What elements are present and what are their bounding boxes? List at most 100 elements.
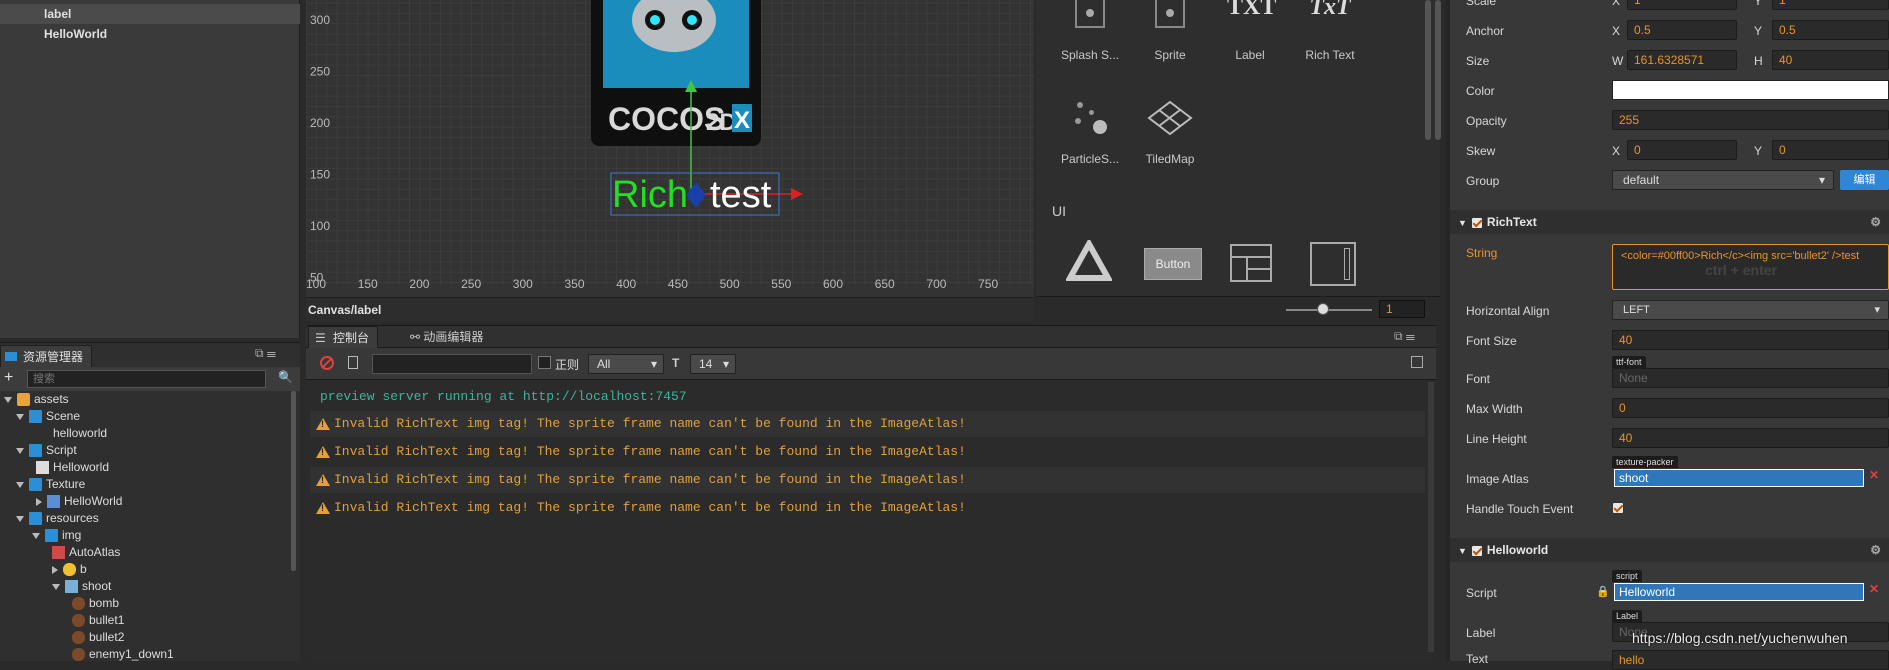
anchor-y-input[interactable]: 0.5: [1772, 20, 1889, 40]
asset-tree-item[interactable]: assets: [4, 391, 69, 408]
expanded-arrow-icon[interactable]: [32, 532, 40, 539]
panel-menu-icon[interactable]: ⧉ ☰: [1394, 329, 1415, 344]
clear-atlas-icon[interactable]: ✕: [1869, 468, 1879, 482]
lib-item-particle[interactable]: ParticleS...: [1050, 96, 1130, 166]
expanded-arrow-icon[interactable]: [52, 583, 60, 590]
settings-icon[interactable]: ⚙: [1870, 210, 1881, 234]
asset-tree-item[interactable]: Helloworld: [36, 459, 109, 476]
add-icon[interactable]: +: [4, 369, 13, 387]
asset-tree-item[interactable]: Scene: [16, 408, 80, 425]
x-axis-tick: 500: [720, 277, 740, 291]
folder-icon: [45, 529, 58, 543]
zoom-input[interactable]: 1: [1379, 300, 1425, 318]
library-outer-scrollbar[interactable]: [1435, 0, 1441, 140]
scene-view[interactable]: COCOS 2D X Rich test 300 250 200 150 100 50 10…: [306, 0, 1034, 322]
skew-x-input[interactable]: 0: [1627, 140, 1737, 160]
lib-scrollbar[interactable]: [1425, 0, 1431, 140]
asset-tree-label: helloworld: [53, 426, 108, 440]
clear-icon[interactable]: [320, 356, 334, 370]
component-enabled-checkbox[interactable]: [1470, 544, 1483, 557]
opacity-input[interactable]: 255: [1612, 110, 1889, 130]
asset-tree-item[interactable]: bullet1: [72, 612, 124, 629]
layout-icon[interactable]: [1230, 244, 1272, 282]
sprite-frame-icon: [72, 597, 85, 611]
richtext-component-header[interactable]: ▼ RichText ⚙: [1450, 210, 1889, 234]
asset-tree-item[interactable]: img: [32, 527, 81, 544]
lib-item-sprite[interactable]: Sprite: [1130, 0, 1210, 62]
component-enabled-checkbox[interactable]: [1470, 216, 1483, 229]
zoom-slider[interactable]: [1286, 309, 1372, 311]
asset-tree-item[interactable]: enemy1_down1: [72, 646, 174, 663]
lib-item-widget[interactable]: [1064, 237, 1114, 289]
size-width-input[interactable]: 161.6328571: [1627, 50, 1737, 70]
lib-item-label-node[interactable]: TXT Label: [1210, 0, 1290, 62]
asset-tree-item[interactable]: b: [52, 561, 87, 578]
helloworld-component-header[interactable]: ▼ Helloworld ⚙: [1450, 538, 1889, 562]
lib-item-tiledmap[interactable]: TiledMap: [1130, 96, 1210, 166]
console-panel: ☰ 控制台 ⚯ 动画编辑器 ⧉ ☰ 正则 All ▾ T 14 ▾: [306, 325, 1436, 661]
color-swatch[interactable]: [1612, 80, 1889, 100]
expanded-arrow-icon[interactable]: [16, 413, 24, 420]
richtext-green-text[interactable]: Rich: [612, 174, 688, 216]
collapsed-arrow-icon[interactable]: [52, 565, 58, 574]
horizontal-align-select[interactable]: LEFT ▾: [1612, 300, 1889, 320]
group-select[interactable]: default ▾: [1612, 170, 1834, 190]
hierarchy-item-label[interactable]: label: [0, 4, 300, 24]
expanded-arrow-icon[interactable]: [16, 481, 24, 488]
script-type-tag: script: [1612, 570, 1642, 582]
settings-icon[interactable]: ⚙: [1870, 538, 1881, 562]
asset-tree-item[interactable]: bullet2: [72, 629, 124, 646]
console-scrollbar[interactable]: [1428, 382, 1434, 652]
anchor-x-input[interactable]: 0.5: [1627, 20, 1737, 40]
asset-tree-item[interactable]: HelloWorld: [36, 493, 122, 510]
scale-x-input[interactable]: 1: [1627, 0, 1737, 10]
lib-item-button[interactable]: Button: [1144, 248, 1202, 280]
line-height-input[interactable]: 40: [1612, 428, 1889, 448]
folder-icon: [29, 512, 42, 526]
scene-canvas[interactable]: COCOS 2D X Rich test 3002502001501005010…: [306, 0, 1034, 297]
script-field[interactable]: Helloworld: [1614, 583, 1864, 601]
collapse-icon[interactable]: [1411, 356, 1423, 368]
expanded-arrow-icon[interactable]: [16, 447, 24, 454]
tab-assets[interactable]: 资源管理器: [0, 345, 93, 367]
panel-menu-icon[interactable]: ⧉ ☰: [255, 346, 276, 361]
assets-search-input[interactable]: 搜索: [27, 370, 266, 388]
tab-console[interactable]: ☰ 控制台: [308, 326, 379, 348]
image-atlas-field[interactable]: shoot: [1614, 469, 1864, 487]
asset-tree-item[interactable]: AutoAtlas: [52, 544, 120, 561]
search-icon[interactable]: 🔍: [278, 370, 293, 384]
expanded-arrow-icon[interactable]: [4, 396, 12, 403]
log-level-select[interactable]: All ▾: [588, 354, 664, 374]
font-asset-field[interactable]: None: [1612, 368, 1889, 388]
asset-tree-item[interactable]: Texture: [16, 476, 85, 493]
font-size-select[interactable]: 14 ▾: [690, 354, 736, 374]
asset-tree-item[interactable]: shoot: [52, 578, 111, 595]
scrollview-icon[interactable]: [1310, 242, 1356, 286]
tab-animation[interactable]: ⚯ 动画编辑器: [410, 326, 483, 348]
lib-item-splash[interactable]: Splash S...: [1050, 0, 1130, 62]
assets-scrollbar[interactable]: [291, 391, 296, 571]
lib-item-richtext[interactable]: TxT Rich Text: [1290, 0, 1370, 62]
scale-y-input[interactable]: 1: [1772, 0, 1889, 10]
asset-tree-item[interactable]: bomb: [72, 595, 119, 612]
text-input[interactable]: hello: [1612, 650, 1889, 670]
asset-tree-item[interactable]: helloworld: [36, 425, 107, 442]
string-textarea[interactable]: <color=#00ff00>Rich</c><img src='bullet2…: [1612, 244, 1889, 290]
handle-touch-checkbox[interactable]: [1612, 501, 1624, 514]
richtext-white-text[interactable]: test: [710, 174, 772, 216]
regex-checkbox[interactable]: [538, 356, 551, 369]
asset-tree-item[interactable]: Script: [16, 442, 77, 459]
expanded-arrow-icon[interactable]: [16, 515, 24, 522]
max-width-input[interactable]: 0: [1612, 398, 1889, 418]
hierarchy-item-helloworld[interactable]: HelloWorld: [0, 24, 300, 44]
clear-script-icon[interactable]: ✕: [1869, 582, 1879, 596]
size-height-input[interactable]: 40: [1772, 50, 1889, 70]
console-filter-input[interactable]: [372, 354, 532, 374]
open-log-icon[interactable]: [348, 356, 358, 369]
font-size-input[interactable]: 40: [1612, 330, 1889, 350]
skew-y-input[interactable]: 0: [1772, 140, 1889, 160]
zoom-slider-handle[interactable]: [1317, 303, 1329, 315]
asset-tree-item[interactable]: resources: [16, 510, 99, 527]
group-edit-button[interactable]: 编辑: [1840, 170, 1889, 190]
collapsed-arrow-icon[interactable]: [36, 497, 42, 506]
